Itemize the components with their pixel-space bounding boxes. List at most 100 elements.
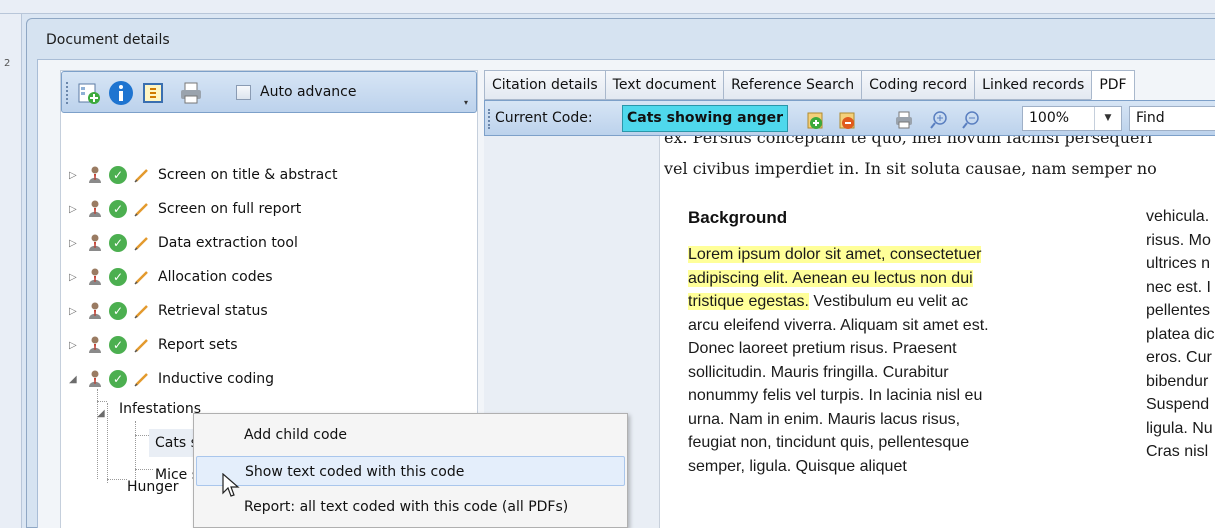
dialog-title: Document details — [46, 32, 170, 48]
tab-text-document[interactable]: Text document — [604, 70, 724, 100]
document-tabs: Citation details Text document Reference S… — [484, 70, 1148, 100]
check-icon: ✓ — [109, 302, 127, 320]
check-icon: ✓ — [109, 268, 127, 286]
coded-text-highlight[interactable]: Lorem ipsum dolor sit amet, consectetuer — [688, 246, 982, 263]
tree-connector — [107, 403, 108, 483]
coded-text-highlight[interactable]: adipiscing elit. Aenean eu lectus non du… — [688, 269, 973, 287]
doc-line: pellentes — [1146, 302, 1211, 319]
check-icon: ✓ — [109, 166, 127, 184]
toolbar-grip[interactable] — [66, 82, 68, 104]
doc-line: urna. Nam in enim. Mauris lacus risus, — [688, 410, 961, 428]
chevron-down-icon[interactable]: ▼ — [1094, 107, 1121, 130]
pencil-icon — [133, 302, 158, 320]
doc-line: Lorem ipsum dolor sit amet, consectetuer — [688, 246, 982, 264]
uncode-selection-icon[interactable] — [837, 109, 859, 131]
reviewer-icon — [87, 302, 109, 320]
tree-item-code-set[interactable]: ✓ Allocation codes — [87, 263, 273, 291]
print-icon[interactable] — [178, 80, 204, 106]
check-icon: ✓ — [109, 234, 127, 252]
reviewer-icon — [87, 370, 109, 388]
tab-reference-search[interactable]: Reference Search — [723, 70, 862, 100]
tree-item-code-set[interactable]: ✓ Retrieval status — [87, 297, 268, 325]
tree-item-infestations[interactable]: Infestations — [119, 395, 201, 423]
doc-line: bibendur — [1146, 372, 1209, 390]
pencil-icon — [133, 268, 158, 286]
background-app-menu — [0, 0, 1215, 14]
auto-advance-checkbox[interactable] — [236, 84, 251, 100]
code-properties-icon[interactable] — [140, 80, 166, 106]
reviewer-icon — [87, 234, 109, 252]
pencil-icon — [133, 200, 158, 218]
pdf-toolbar: Current Code: Cats showing anger 100% ▼ … — [484, 100, 1215, 136]
pencil-icon — [133, 370, 158, 388]
tree-connector — [107, 479, 127, 480]
coded-text-highlight[interactable]: tristique egestas. — [688, 293, 809, 310]
doc-text: Vestibulum eu velit ac — [808, 293, 969, 310]
doc-line: adipiscing elit. Aenean eu lectus non du… — [688, 269, 973, 288]
tab-strip-edge — [1133, 70, 1148, 100]
section-heading: Background — [688, 208, 788, 227]
pencil-icon — [133, 166, 158, 184]
tree-connector — [97, 389, 98, 479]
add-code-set-icon[interactable] — [76, 80, 102, 106]
tree-item-code-set[interactable]: ✓ Screen on full report — [87, 195, 301, 223]
mouse-cursor-icon — [222, 473, 240, 497]
toolbar-overflow-icon[interactable]: ▾ — [464, 98, 474, 110]
doc-line: Suspend — [1146, 396, 1210, 413]
doc-line: semper, ligula. Quisque aliquet — [688, 457, 907, 475]
menu-item-report-all-pdfs[interactable]: Report: all text coded with this code (a… — [196, 492, 625, 522]
expand-arrow-icon[interactable]: ▷ — [69, 238, 77, 249]
tab-coding-record[interactable]: Coding record — [861, 70, 975, 100]
current-code-value: Cats showing anger — [622, 105, 788, 132]
expand-arrow-icon[interactable]: ▷ — [69, 272, 77, 283]
tree-item-code-set[interactable]: ✓ Report sets — [87, 331, 238, 359]
tree-item-label: Report sets — [158, 337, 238, 353]
doc-line: Donec laoreet pretium risus. Praesent — [688, 340, 957, 357]
doc-line: ligula. Nu — [1146, 419, 1213, 437]
doc-line: platea dic — [1146, 325, 1215, 343]
tree-item-code-set[interactable]: ✓ Inductive coding — [87, 365, 274, 393]
doc-line: vel civibus imperdiet in. In sit soluta … — [664, 159, 1157, 178]
doc-line: tristique egestas. Vestibulum eu velit a… — [688, 293, 968, 311]
background-app-gutter: 2 — [0, 14, 22, 528]
zoom-out-icon[interactable] — [960, 109, 982, 131]
find-input[interactable]: Find — [1129, 106, 1215, 131]
tab-linked-records[interactable]: Linked records — [974, 70, 1092, 100]
menu-item-show-text-coded[interactable]: Show text coded with this code — [196, 456, 625, 486]
check-icon: ✓ — [109, 336, 127, 354]
code-tree-toolbar: Auto advance ▾ — [61, 71, 477, 113]
expand-arrow-open-icon[interactable]: ◢ — [69, 374, 77, 385]
expand-arrow-icon[interactable]: ▷ — [69, 204, 77, 215]
zoom-in-icon[interactable] — [928, 109, 950, 131]
reviewer-icon — [87, 336, 109, 354]
auto-advance-toggle[interactable]: Auto advance — [236, 84, 356, 100]
menu-item-add-child-code[interactable]: Add child code — [196, 420, 625, 450]
pencil-icon — [133, 336, 158, 354]
tree-item-hunger[interactable]: Hunger — [127, 473, 179, 501]
pencil-icon — [133, 234, 158, 252]
code-selection-icon[interactable] — [805, 109, 827, 131]
expand-arrow-icon[interactable]: ▷ — [69, 340, 77, 351]
doc-line: Cras nisl — [1146, 443, 1209, 460]
tree-item-label: Screen on title & abstract — [158, 167, 338, 183]
tab-citation-details[interactable]: Citation details — [484, 70, 605, 100]
print-icon[interactable] — [893, 109, 915, 131]
doc-line: feugiat non, tincidunt quis, pellentesqu… — [688, 434, 970, 451]
doc-line: vehicula. — [1146, 208, 1210, 225]
check-icon: ✓ — [109, 200, 127, 218]
tree-item-code-set[interactable]: ✓ Screen on title & abstract — [87, 161, 337, 189]
tree-item-code-set[interactable]: ✓ Data extraction tool — [87, 229, 298, 257]
tab-pdf[interactable]: PDF — [1091, 70, 1134, 100]
reviewer-icon — [87, 200, 109, 218]
info-icon[interactable] — [108, 80, 134, 106]
doc-line: ex. Persius conceptam te quo, mel novum … — [664, 136, 1153, 147]
tree-item-label: Data extraction tool — [158, 235, 298, 251]
doc-line: sollicitudin. Mauris fringilla. Curabitu… — [688, 363, 949, 381]
context-menu: Add child code Show text coded with this… — [193, 413, 628, 528]
tree-connector — [135, 469, 153, 470]
expand-arrow-icon[interactable]: ▷ — [69, 170, 77, 181]
expand-arrow-icon[interactable]: ▷ — [69, 306, 77, 317]
toolbar-grip[interactable] — [488, 109, 490, 129]
expand-arrow-open-icon[interactable]: ◢ — [97, 408, 105, 419]
tree-connector — [97, 401, 107, 402]
